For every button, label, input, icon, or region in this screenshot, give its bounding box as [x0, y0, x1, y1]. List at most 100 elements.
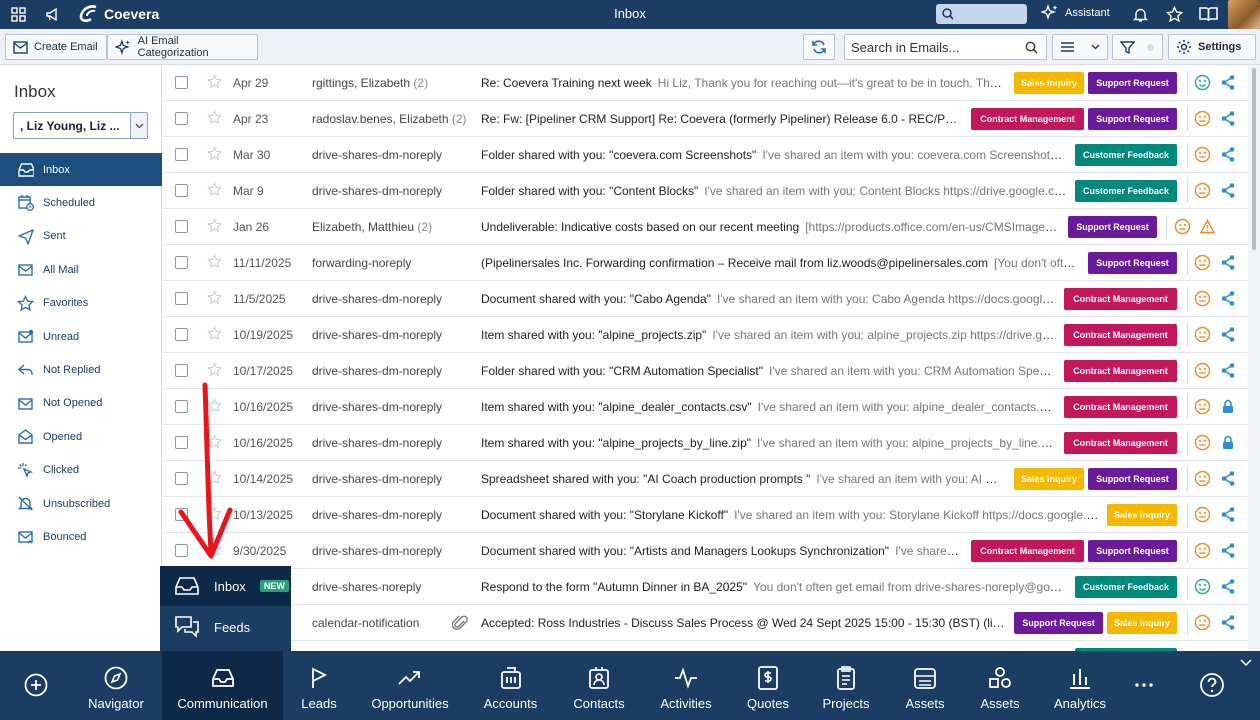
bell-icon[interactable]: [1132, 6, 1149, 23]
ai-categorization-button[interactable]: AI Email Categorization: [107, 34, 258, 60]
sidebar-item-unread[interactable]: Unread: [0, 320, 162, 353]
nav-projects[interactable]: Projects: [810, 651, 882, 720]
settings-button[interactable]: Settings: [1168, 34, 1256, 60]
row-checkbox[interactable]: [175, 184, 188, 197]
category-tag[interactable]: Contract Management: [1064, 396, 1177, 418]
email-row[interactable]: Mar 30 drive-shares-dm-noreply Folder sha…: [163, 137, 1248, 173]
share-icon[interactable]: [1220, 470, 1236, 487]
email-row[interactable]: Apr 29 rgittings, Elizabeth (2) Re: Coever…: [163, 65, 1248, 101]
row-checkbox[interactable]: [175, 364, 188, 377]
book-icon[interactable]: [1199, 6, 1218, 23]
share-icon[interactable]: [1220, 254, 1236, 271]
share-icon[interactable]: [1220, 362, 1236, 379]
email-row[interactable]: 10/14/2025 drive-shares-dm-noreply Spread…: [163, 461, 1248, 497]
favorite-star-icon[interactable]: [207, 146, 222, 161]
category-tag[interactable]: Customer Feedback: [1075, 144, 1177, 166]
global-search[interactable]: [936, 4, 1027, 24]
email-row[interactable]: Jan 26 Elizabeth, Matthieu (2) Undeliverab…: [163, 209, 1248, 245]
nav-more[interactable]: [1124, 651, 1164, 720]
user-avatar[interactable]: [1228, 0, 1260, 29]
email-row[interactable]: 11/11/2025 forwarding-noreply (Pipeliners…: [163, 245, 1248, 281]
email-row[interactable]: Apr 23 radoslav.benes, Elizabeth (2) Re: F…: [163, 101, 1248, 137]
category-tag[interactable]: Sales Inquiry: [1107, 504, 1177, 526]
category-tag[interactable]: Contract Management: [1064, 360, 1177, 382]
email-row[interactable]: 9/30/2025 drive-shares-dm-noreply Documen…: [163, 533, 1248, 569]
nav-contacts[interactable]: Contacts: [564, 651, 634, 720]
refresh-button[interactable]: [803, 34, 835, 60]
row-checkbox[interactable]: [175, 256, 188, 269]
favorite-star-icon[interactable]: [207, 398, 222, 413]
row-checkbox[interactable]: [175, 472, 188, 485]
row-checkbox[interactable]: [175, 436, 188, 449]
favorite-star-icon[interactable]: [207, 254, 222, 269]
megaphone-icon[interactable]: [44, 6, 61, 23]
category-tag[interactable]: Contract Management: [1064, 288, 1177, 310]
favorite-star-icon[interactable]: [207, 326, 222, 341]
list-view-dropdown[interactable]: [1052, 34, 1108, 60]
category-tag[interactable]: Support Request: [1088, 72, 1177, 94]
sidebar-item-sent[interactable]: Sent: [0, 220, 162, 253]
category-tag[interactable]: Sales Inquiry: [1107, 612, 1177, 634]
nav-communication[interactable]: Communication: [162, 651, 283, 720]
row-checkbox[interactable]: [175, 328, 188, 341]
share-icon[interactable]: [1220, 182, 1236, 199]
category-tag[interactable]: Support Request: [1068, 216, 1157, 238]
filter-button[interactable]: [1112, 34, 1163, 60]
category-tag[interactable]: Contract Management: [971, 108, 1084, 130]
category-tag[interactable]: Support Request: [1014, 612, 1103, 634]
category-tag[interactable]: Sales Inquiry: [1014, 468, 1084, 490]
favorite-star-icon[interactable]: [207, 290, 222, 305]
share-icon[interactable]: [1220, 326, 1236, 343]
favorite-star-icon[interactable]: [207, 362, 222, 377]
nav-plus-circle[interactable]: [14, 651, 58, 720]
nav-accounts[interactable]: Accounts: [474, 651, 547, 720]
email-search-input[interactable]: [845, 35, 1015, 59]
sidebar-item-scheduled[interactable]: Scheduled: [0, 186, 162, 219]
share-icon[interactable]: [1220, 542, 1236, 559]
favorite-star-icon[interactable]: [207, 470, 222, 485]
sidebar-item-inbox[interactable]: Inbox: [0, 153, 162, 186]
row-checkbox[interactable]: [175, 76, 188, 89]
nav-activities[interactable]: Activities: [650, 651, 722, 720]
nav-opportunities[interactable]: Opportunities: [364, 651, 456, 720]
apps-grid-icon[interactable]: [10, 6, 27, 23]
favorite-star-icon[interactable]: [207, 182, 222, 197]
sidebar-item-not-opened[interactable]: Not Opened: [0, 387, 162, 420]
email-row[interactable]: 10/13/2025 drive-shares-dm-noreply Docume…: [163, 497, 1248, 533]
category-tag[interactable]: Contract Management: [971, 540, 1084, 562]
category-tag[interactable]: Support Request: [1088, 252, 1177, 274]
row-checkbox[interactable]: [175, 220, 188, 233]
nav-analytics[interactable]: Analytics: [1045, 651, 1115, 720]
row-checkbox[interactable]: [175, 148, 188, 161]
sidebar-item-bounced[interactable]: Bounced: [0, 520, 162, 553]
nav-assets-10[interactable]: Assets: [894, 651, 956, 720]
email-row[interactable]: 10/16/2025 drive-shares-dm-noreply Item s…: [163, 425, 1248, 461]
email-row[interactable]: 10/19/2025 drive-shares-dm-noreply Item s…: [163, 317, 1248, 353]
category-tag[interactable]: Customer Feedback: [1075, 180, 1177, 202]
category-tag[interactable]: Support Request: [1088, 468, 1177, 490]
row-checkbox[interactable]: [175, 544, 188, 557]
category-tag[interactable]: Sales Inquiry: [1014, 72, 1084, 94]
row-checkbox[interactable]: [175, 112, 188, 125]
share-icon[interactable]: [1220, 146, 1236, 163]
email-row[interactable]: drive-shares-noreply Respond to the form…: [163, 569, 1248, 605]
share-icon[interactable]: [1220, 290, 1236, 307]
nav-help[interactable]: [1186, 651, 1238, 720]
share-icon[interactable]: [1220, 578, 1236, 595]
nav-navigator[interactable]: Navigator: [80, 651, 152, 720]
email-row[interactable]: [163, 641, 1248, 651]
row-checkbox[interactable]: [175, 292, 188, 305]
share-icon[interactable]: [1220, 74, 1236, 91]
favorite-star-icon[interactable]: [207, 542, 222, 557]
collapse-chevron-icon[interactable]: [1240, 659, 1252, 667]
sidebar-item-clicked[interactable]: Clicked: [0, 454, 162, 487]
popup-item-inbox[interactable]: Inbox NEW: [160, 566, 291, 606]
favorite-star-icon[interactable]: [207, 218, 222, 233]
sidebar-item-opened[interactable]: Opened: [0, 420, 162, 453]
category-tag[interactable]: Contract Management: [1064, 432, 1177, 454]
sidebar-item-favorites[interactable]: Favorites: [0, 287, 162, 320]
sidebar-item-unsubscribed[interactable]: Unsubscribed: [0, 487, 162, 520]
favorite-star-icon[interactable]: [207, 506, 222, 521]
category-tag[interactable]: Contract Management: [1064, 324, 1177, 346]
assistant-button[interactable]: Assistant: [1041, 4, 1110, 22]
